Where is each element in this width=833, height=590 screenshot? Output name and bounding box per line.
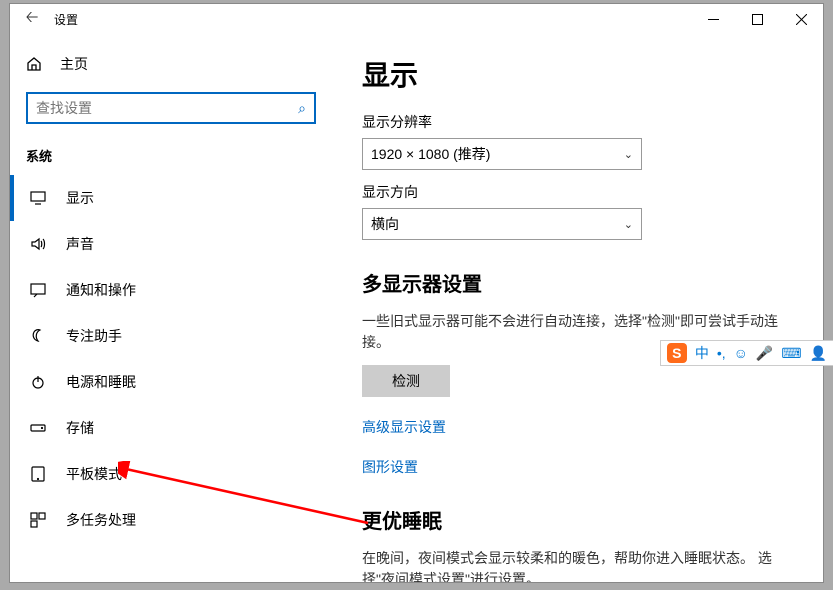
- chevron-down-icon: ⌄: [624, 148, 633, 161]
- sidebar-item-storage[interactable]: 存储: [10, 405, 330, 451]
- sleep-desc: 在晚间，夜间模式会显示较柔和的暖色，帮助你进入睡眠状态。 选择"夜间模式设置"进…: [362, 548, 791, 582]
- sidebar-item-display[interactable]: 显示: [10, 175, 330, 221]
- orientation-select[interactable]: 横向 ⌄: [362, 208, 642, 240]
- section-label: 系统: [10, 124, 330, 175]
- home-icon: [26, 56, 42, 72]
- title-bar: 🡠 设置: [10, 4, 823, 34]
- detect-button[interactable]: 检测: [362, 365, 450, 397]
- sidebar-item-sound[interactable]: 声音: [10, 221, 330, 267]
- resolution-select[interactable]: 1920 × 1080 (推荐) ⌄: [362, 138, 642, 170]
- ime-lang[interactable]: 中: [695, 343, 709, 363]
- ime-punct-icon[interactable]: •,: [717, 345, 726, 361]
- sidebar-item-label: 通知和操作: [66, 280, 136, 300]
- ime-logo-icon: S: [667, 343, 687, 363]
- window-controls: [691, 4, 823, 34]
- minimize-button[interactable]: [691, 4, 735, 34]
- focus-icon: [30, 328, 46, 344]
- notification-icon: [30, 282, 46, 298]
- content-pane: 显示 显示分辨率 1920 × 1080 (推荐) ⌄ 显示方向 横向 ⌄ 多显…: [330, 34, 823, 582]
- graphics-settings-link[interactable]: 图形设置: [362, 457, 791, 477]
- multi-monitor-heading: 多显示器设置: [362, 268, 791, 297]
- sidebar-item-label: 多任务处理: [66, 510, 136, 530]
- chevron-down-icon: ⌄: [624, 218, 633, 231]
- ime-emoji-icon[interactable]: ☺: [734, 345, 748, 361]
- sleep-heading: 更优睡眠: [362, 505, 791, 534]
- sidebar-item-label: 显示: [66, 188, 94, 208]
- sidebar-item-focus[interactable]: 专注助手: [10, 313, 330, 359]
- sidebar-item-label: 平板模式: [66, 464, 122, 484]
- search-icon: ⌕: [298, 100, 306, 117]
- sound-icon: [30, 236, 46, 252]
- resolution-label: 显示分辨率: [362, 112, 791, 132]
- ime-keyboard-icon[interactable]: ⌨: [781, 345, 801, 362]
- settings-window: 🡠 设置 主页 ⌕ 系统 显示: [9, 3, 824, 583]
- display-icon: [30, 190, 46, 206]
- ime-toolbar[interactable]: S 中 •, ☺ 🎤 ⌨ 👤: [660, 340, 833, 366]
- storage-icon: [30, 420, 46, 436]
- orientation-label: 显示方向: [362, 182, 791, 202]
- search-wrap: ⌕: [26, 92, 314, 124]
- orientation-value: 横向: [371, 214, 399, 234]
- back-button[interactable]: 🡠: [10, 4, 54, 34]
- tablet-icon: [30, 466, 46, 482]
- sidebar: 主页 ⌕ 系统 显示 声音 通知和操作: [10, 34, 330, 582]
- sidebar-item-label: 声音: [66, 234, 94, 254]
- resolution-value: 1920 × 1080 (推荐): [371, 144, 490, 164]
- multitask-icon: [30, 512, 46, 528]
- sidebar-item-tablet[interactable]: 平板模式: [10, 451, 330, 497]
- sidebar-item-notifications[interactable]: 通知和操作: [10, 267, 330, 313]
- ime-mic-icon[interactable]: 🎤: [756, 345, 773, 362]
- sidebar-item-power[interactable]: 电源和睡眠: [10, 359, 330, 405]
- maximize-button[interactable]: [735, 4, 779, 34]
- advanced-display-link[interactable]: 高级显示设置: [362, 417, 791, 437]
- sidebar-item-label: 电源和睡眠: [66, 372, 136, 392]
- search-input[interactable]: [36, 100, 298, 116]
- close-button[interactable]: [779, 4, 823, 34]
- sidebar-item-label: 存储: [66, 418, 94, 438]
- power-icon: [30, 374, 46, 390]
- page-title: 显示: [362, 54, 791, 94]
- sidebar-item-multitask[interactable]: 多任务处理: [10, 497, 330, 543]
- home-nav[interactable]: 主页: [10, 46, 330, 82]
- sidebar-item-label: 专注助手: [66, 326, 122, 346]
- ime-user-icon[interactable]: 👤: [810, 345, 827, 362]
- home-label: 主页: [60, 54, 88, 74]
- search-box[interactable]: ⌕: [26, 92, 316, 124]
- window-title: 设置: [54, 11, 78, 28]
- window-body: 主页 ⌕ 系统 显示 声音 通知和操作: [10, 34, 823, 582]
